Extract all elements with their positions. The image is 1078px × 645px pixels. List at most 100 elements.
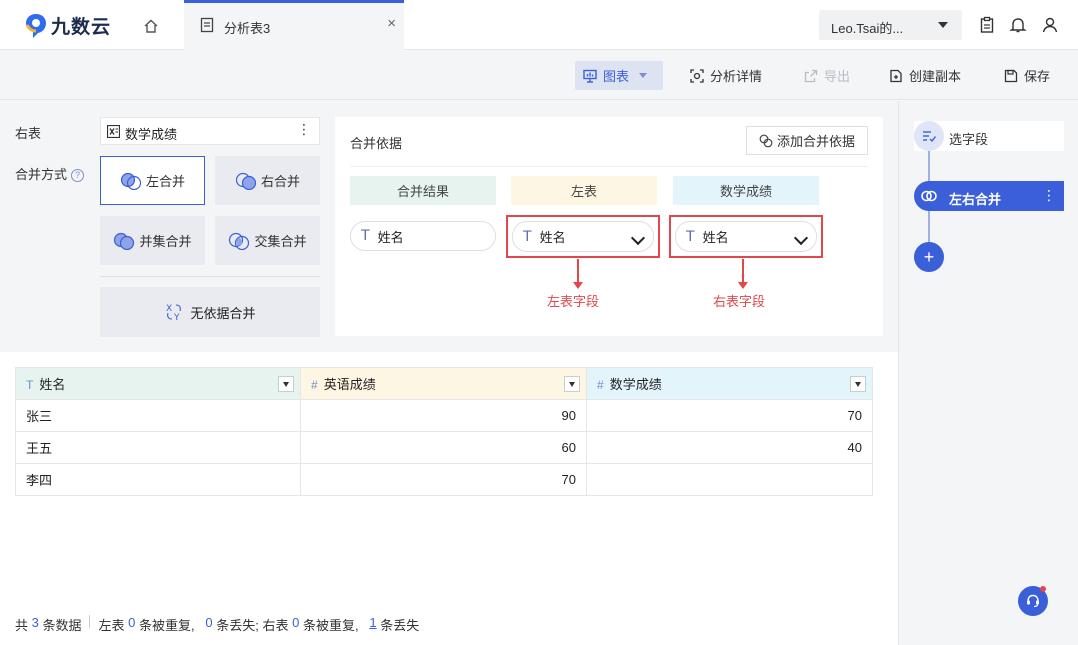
table-cell[interactable]: 王五: [15, 431, 301, 464]
notification-dot: [1040, 586, 1046, 592]
app-logo[interactable]: 九数云: [25, 12, 111, 39]
chevron-down-icon: [630, 230, 646, 246]
col-head-label: 左表: [570, 184, 597, 199]
right-table-label: 右表: [15, 126, 42, 141]
right-dup-count: 0: [292, 615, 300, 630]
table-cell[interactable]: 张三: [15, 399, 301, 432]
col-head-merge-result: 合并结果: [350, 176, 496, 205]
help-icon[interactable]: ?: [71, 169, 85, 182]
left-dup-count: 0: [128, 615, 136, 630]
col-head-left-table: 左表: [511, 176, 657, 205]
right-field-value: 姓名: [702, 230, 729, 245]
table-row: 李四 70: [15, 463, 873, 496]
col-head-right-table: 数学成绩: [673, 176, 819, 205]
user-icon[interactable]: [1041, 16, 1059, 34]
tab-close-icon[interactable]: ×: [387, 15, 396, 32]
more-vertical-icon[interactable]: ⋮: [1042, 187, 1056, 204]
export-button[interactable]: 导出: [796, 61, 858, 90]
bell-icon[interactable]: [1009, 16, 1027, 34]
field-type-icon: #: [311, 378, 318, 392]
save-button[interactable]: 保存: [996, 61, 1058, 90]
add-step-button[interactable]: +: [914, 242, 944, 272]
arrow-down-icon: [573, 259, 583, 289]
table-cell[interactable]: 40: [586, 431, 873, 464]
mode-left-merge[interactable]: 左合并: [100, 156, 205, 205]
venn-union-icon: [114, 232, 135, 250]
plus-icon: +: [923, 246, 935, 267]
create-copy-button[interactable]: 创建副本: [881, 61, 969, 90]
column-header[interactable]: T 姓名: [15, 367, 301, 400]
step-lr-merge-label: 左右合并: [949, 192, 1002, 207]
column-menu-icon[interactable]: [850, 376, 866, 392]
result-field-input[interactable]: T 姓名: [350, 221, 496, 251]
add-merge-basis-label: 添加合并依据: [776, 134, 855, 149]
right-table-selector[interactable]: 数学成绩 ⋮: [100, 117, 320, 145]
clipboard-icon[interactable]: [978, 16, 996, 34]
result-table-area: T 姓名 # 英语成绩 # 数学成绩 张三 90 70 王五 60 40 李四 70 共 3 条数据 左…: [0, 352, 898, 645]
table-row: 张三 90 70: [15, 399, 873, 432]
stats-text: 共: [15, 618, 32, 633]
create-copy-label: 创建副本: [909, 69, 962, 84]
mode-right-merge[interactable]: 右合并: [215, 156, 320, 205]
left-field-value: 姓名: [539, 230, 566, 245]
excel-icon: [107, 125, 120, 138]
table-cell[interactable]: [586, 463, 873, 496]
table-cell[interactable]: 70: [586, 399, 873, 432]
more-vertical-icon[interactable]: ⋮: [297, 121, 311, 138]
save-icon: [1004, 69, 1018, 82]
home-icon: [144, 19, 158, 33]
tab-analysis[interactable]: 分析表3 ×: [184, 0, 404, 50]
column-header-label: 数学成绩: [609, 377, 662, 392]
no-basis-merge-button[interactable]: X Y 无依据合并: [100, 287, 320, 337]
logo-text: 九数云: [51, 17, 112, 38]
xy-swap-icon: X Y: [166, 304, 182, 322]
tab-label: 分析表3: [224, 21, 271, 36]
table-cell[interactable]: 90: [300, 399, 587, 432]
stats-text: 条数据: [38, 618, 82, 633]
caret-down-icon: [938, 22, 948, 28]
right-field-select[interactable]: T 姓名: [675, 221, 817, 252]
user-label: Leo.Tsai的...: [831, 21, 904, 36]
column-header-label: 英语成绩: [323, 377, 376, 392]
field-type-icon: T: [26, 378, 34, 392]
document-icon: [200, 17, 214, 33]
step-lr-merge[interactable]: 左右合并 ⋮: [914, 181, 1064, 211]
table-header-row: T 姓名 # 英语成绩 # 数学成绩: [15, 367, 873, 400]
export-icon: [804, 69, 818, 82]
analysis-detail-label: 分析详情: [710, 69, 763, 84]
table-cell[interactable]: 70: [300, 463, 587, 496]
right-field-highlight: T 姓名: [669, 215, 823, 258]
mode-union-merge[interactable]: 并集合并: [100, 216, 205, 265]
mode-intersect-merge-label: 交集合并: [254, 234, 307, 249]
svg-text:X: X: [166, 304, 172, 314]
annotation-right-field: 右表字段: [713, 294, 766, 309]
analysis-detail-button[interactable]: 分析详情: [682, 61, 770, 90]
stats-divider: [89, 615, 91, 628]
step-select-fields-label: 选字段: [949, 132, 989, 147]
chart-button[interactable]: 图表: [575, 61, 663, 90]
text-type-icon: T: [686, 228, 695, 245]
table-row: 王五 60 40: [15, 431, 873, 464]
right-lost-link[interactable]: 1: [369, 615, 376, 634]
column-header[interactable]: # 英语成绩: [300, 367, 587, 400]
left-field-select[interactable]: T 姓名: [512, 221, 654, 252]
col-head-label: 数学成绩: [719, 184, 772, 199]
venn-intersect-icon: [229, 232, 250, 250]
table-cell[interactable]: 李四: [15, 463, 301, 496]
link-icon: [759, 134, 773, 147]
table-cell[interactable]: 60: [300, 431, 587, 464]
mode-union-merge-label: 并集合并: [139, 234, 192, 249]
column-menu-icon[interactable]: [278, 376, 294, 392]
merge-circles-icon: [921, 190, 937, 202]
support-chat-button[interactable]: [1018, 586, 1048, 616]
copy-icon: [890, 69, 902, 82]
mode-intersect-merge[interactable]: 交集合并: [215, 216, 320, 265]
user-dropdown[interactable]: Leo.Tsai的...: [819, 10, 962, 40]
column-header[interactable]: # 数学成绩: [586, 367, 873, 400]
add-merge-basis-button[interactable]: 添加合并依据: [746, 126, 868, 155]
home-button[interactable]: [140, 15, 162, 37]
column-menu-icon[interactable]: [564, 376, 580, 392]
field-type-icon: #: [597, 378, 604, 392]
steps-panel: 选字段 左右合并 ⋮ +: [898, 101, 1078, 645]
step-select-fields[interactable]: 选字段: [914, 121, 1064, 151]
